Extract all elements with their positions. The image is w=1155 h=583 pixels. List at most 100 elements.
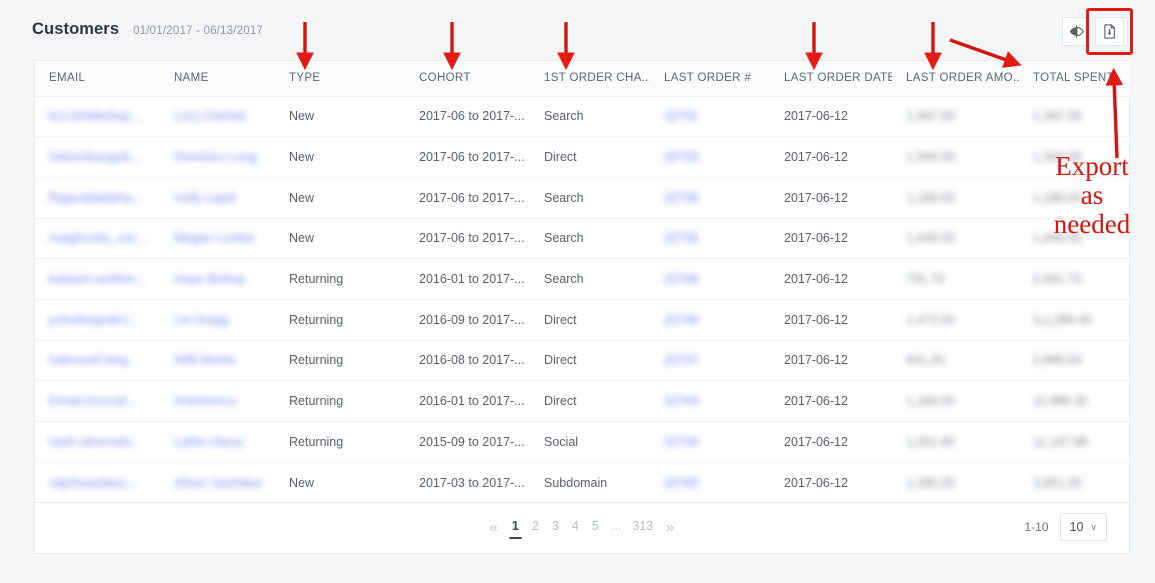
cell-last-order-num[interactable]: 22740 xyxy=(650,299,770,340)
redacted-last-order-amount: 1,449.00 xyxy=(906,231,955,245)
table-row[interactable]: pchofangrath1...Lei GraggReturning2016-0… xyxy=(35,299,1131,340)
pagination-first-button[interactable]: « xyxy=(488,519,500,536)
column-header-last-order-date[interactable]: LAST ORDER DATE ∨ xyxy=(770,61,892,96)
redacted-email[interactable]: heltomikangob... xyxy=(49,150,141,164)
redacted-name[interactable]: Megan Lumba xyxy=(174,231,254,245)
pagination-page-3[interactable]: 3 xyxy=(551,519,560,536)
cell-last-order-num[interactable]: 22746 xyxy=(650,259,770,300)
redacted-email[interactable]: haleroudl bing... xyxy=(49,353,138,367)
cell-cohort: 2017-06 to 2017-... xyxy=(405,218,530,259)
redacted-email[interactable]: katasim.wohhm... xyxy=(49,272,146,286)
cell-name[interactable]: Dominico Long xyxy=(160,137,275,178)
column-header-cohort[interactable]: COHORT xyxy=(405,61,530,96)
redacted-name[interactable]: Hope Bishop xyxy=(174,272,246,286)
pagination-page-5[interactable]: 5 xyxy=(591,519,600,536)
cell-last-order-num[interactable]: 22731 xyxy=(650,96,770,137)
cell-last-order-num[interactable]: 22765 xyxy=(650,462,770,503)
column-header-total-spent[interactable]: TOTAL SPENT xyxy=(1019,61,1131,96)
table-row[interactable]: haleroudl bing...Willi WohlaReturning201… xyxy=(35,340,1131,381)
table-row[interactable]: kcu.bhilderbap...Lucy ClaristaNew2017-06… xyxy=(35,96,1131,137)
customers-table: EMAIL NAME TYPE COHORT 1ST ORDER CHA... … xyxy=(35,61,1131,503)
column-header-name[interactable]: NAME xyxy=(160,61,275,96)
table-row[interactable]: heltomikangob...Dominico LongNew2017-06 … xyxy=(35,137,1131,178)
cell-email[interactable]: haleroudl bing... xyxy=(35,340,160,381)
cell-last-order-num[interactable]: 22733 xyxy=(650,137,770,178)
pagination-page-1[interactable]: 1 xyxy=(511,519,520,536)
cell-email[interactable]: kcu.bhilderbap... xyxy=(35,96,160,137)
cell-name[interactable]: Antoinoncu xyxy=(160,381,275,422)
table-row[interactable]: katasim.wohhm...Hope BishopReturning2016… xyxy=(35,259,1131,300)
redacted-name[interactable]: Lei Gragg xyxy=(174,313,229,327)
date-range-label[interactable]: 01/01/2017 - 06/13/2017 xyxy=(133,25,263,37)
cell-email[interactable]: fhiganddabbha... xyxy=(35,177,160,218)
redacted-name[interactable]: Alison Vashdew xyxy=(174,476,262,490)
table-row[interactable]: hash.oleonndo...Lathis DauuiReturning201… xyxy=(35,422,1131,463)
cell-last-order-num[interactable]: 22732 xyxy=(650,218,770,259)
pagination-page-4[interactable]: 4 xyxy=(571,519,580,536)
cell-name[interactable]: Lei Gragg xyxy=(160,299,275,340)
cell-email[interactable]: maighcottu_zaz... xyxy=(35,218,160,259)
cell-last-order-num[interactable]: 22737 xyxy=(650,340,770,381)
pagination-page-313[interactable]: 313 xyxy=(632,519,653,536)
cell-total-spent: 2,986.50 xyxy=(1019,340,1131,381)
cell-email[interactable]: Emad.Grocod... xyxy=(35,381,160,422)
redacted-name[interactable]: Dominico Long xyxy=(174,150,257,164)
column-header-email[interactable]: EMAIL xyxy=(35,61,160,96)
redacted-email[interactable]: pchofangrath1... xyxy=(49,313,139,327)
per-page-select[interactable]: 10 ∨ xyxy=(1060,513,1108,541)
cell-cohort: 2016-08 to 2017-... xyxy=(405,340,530,381)
table-row[interactable]: maighcottu_zaz...Megan LumbaNew2017-06 t… xyxy=(35,218,1131,259)
redacted-email[interactable]: maighcottu_zaz... xyxy=(49,231,147,245)
redacted-last-order-num[interactable]: 22734 xyxy=(664,435,699,449)
redacted-name[interactable]: Lathis Dauui xyxy=(174,435,244,449)
redacted-last-order-num[interactable]: 22740 xyxy=(664,313,699,327)
cell-cohort: 2017-06 to 2017-... xyxy=(405,137,530,178)
cell-name[interactable]: Megan Lumba xyxy=(160,218,275,259)
table-row[interactable]: fhiganddabbha...Holly LapidNew2017-06 to… xyxy=(35,177,1131,218)
cell-email[interactable]: katasim.wohhm... xyxy=(35,259,160,300)
cell-email[interactable]: hash.oleonndo... xyxy=(35,422,160,463)
export-button[interactable] xyxy=(1095,17,1124,46)
redacted-last-order-num[interactable]: 22743 xyxy=(664,394,699,408)
cell-email[interactable]: heltomikangob... xyxy=(35,137,160,178)
cell-name[interactable]: Alison Vashdew xyxy=(160,462,275,503)
redacted-last-order-num[interactable]: 22737 xyxy=(664,353,699,367)
redacted-last-order-num[interactable]: 22735 xyxy=(664,191,699,205)
cell-type: Returning xyxy=(275,259,405,300)
redacted-email[interactable]: fhiganddabbha... xyxy=(49,191,142,205)
column-header-type[interactable]: TYPE xyxy=(275,61,405,96)
table-row[interactable]: Emad.Grocod...AntoinoncuReturning2016-01… xyxy=(35,381,1131,422)
redacted-email[interactable]: hash.oleonndo... xyxy=(49,435,141,449)
redacted-name[interactable]: Antoinoncu xyxy=(174,394,237,408)
pagination-page-2[interactable]: 2 xyxy=(531,519,540,536)
pagination-last-button[interactable]: » xyxy=(664,519,676,536)
cell-first-order-channel: Social xyxy=(530,422,650,463)
redacted-email[interactable]: Emad.Grocod... xyxy=(49,394,137,408)
column-header-last-order-number[interactable]: LAST ORDER # xyxy=(650,61,770,96)
redacted-last-order-num[interactable]: 22733 xyxy=(664,150,699,164)
redacted-name[interactable]: Holly Lapid xyxy=(174,191,236,205)
column-header-last-order-amount[interactable]: LAST ORDER AMO... xyxy=(892,61,1019,96)
table-row[interactable]: ralphinasbkeu...Alison VashdewNew2017-03… xyxy=(35,462,1131,503)
redacted-name[interactable]: Willi Wohla xyxy=(174,353,236,367)
column-header-first-order-channel[interactable]: 1ST ORDER CHA... xyxy=(530,61,650,96)
cell-email[interactable]: ralphinasbkeu... xyxy=(35,462,160,503)
cell-name[interactable]: Holly Lapid xyxy=(160,177,275,218)
cell-name[interactable]: Hope Bishop xyxy=(160,259,275,300)
cell-name[interactable]: Lathis Dauui xyxy=(160,422,275,463)
cell-last-order-num[interactable]: 22735 xyxy=(650,177,770,218)
redacted-email[interactable]: kcu.bhilderbap... xyxy=(49,109,141,123)
redacted-last-order-num[interactable]: 22765 xyxy=(664,476,699,490)
cell-name[interactable]: Willi Wohla xyxy=(160,340,275,381)
cell-email[interactable]: pchofangrath1... xyxy=(35,299,160,340)
redacted-name[interactable]: Lucy Clarista xyxy=(174,109,246,123)
cell-name[interactable]: Lucy Clarista xyxy=(160,96,275,137)
cell-type: Returning xyxy=(275,381,405,422)
redacted-last-order-num[interactable]: 22746 xyxy=(664,272,699,286)
cell-last-order-num[interactable]: 22743 xyxy=(650,381,770,422)
cell-last-order-amount: 1,166.00 xyxy=(892,381,1019,422)
redacted-last-order-num[interactable]: 22732 xyxy=(664,231,699,245)
cell-last-order-num[interactable]: 22734 xyxy=(650,422,770,463)
redacted-email[interactable]: ralphinasbkeu... xyxy=(49,476,137,490)
redacted-last-order-num[interactable]: 22731 xyxy=(664,109,699,123)
